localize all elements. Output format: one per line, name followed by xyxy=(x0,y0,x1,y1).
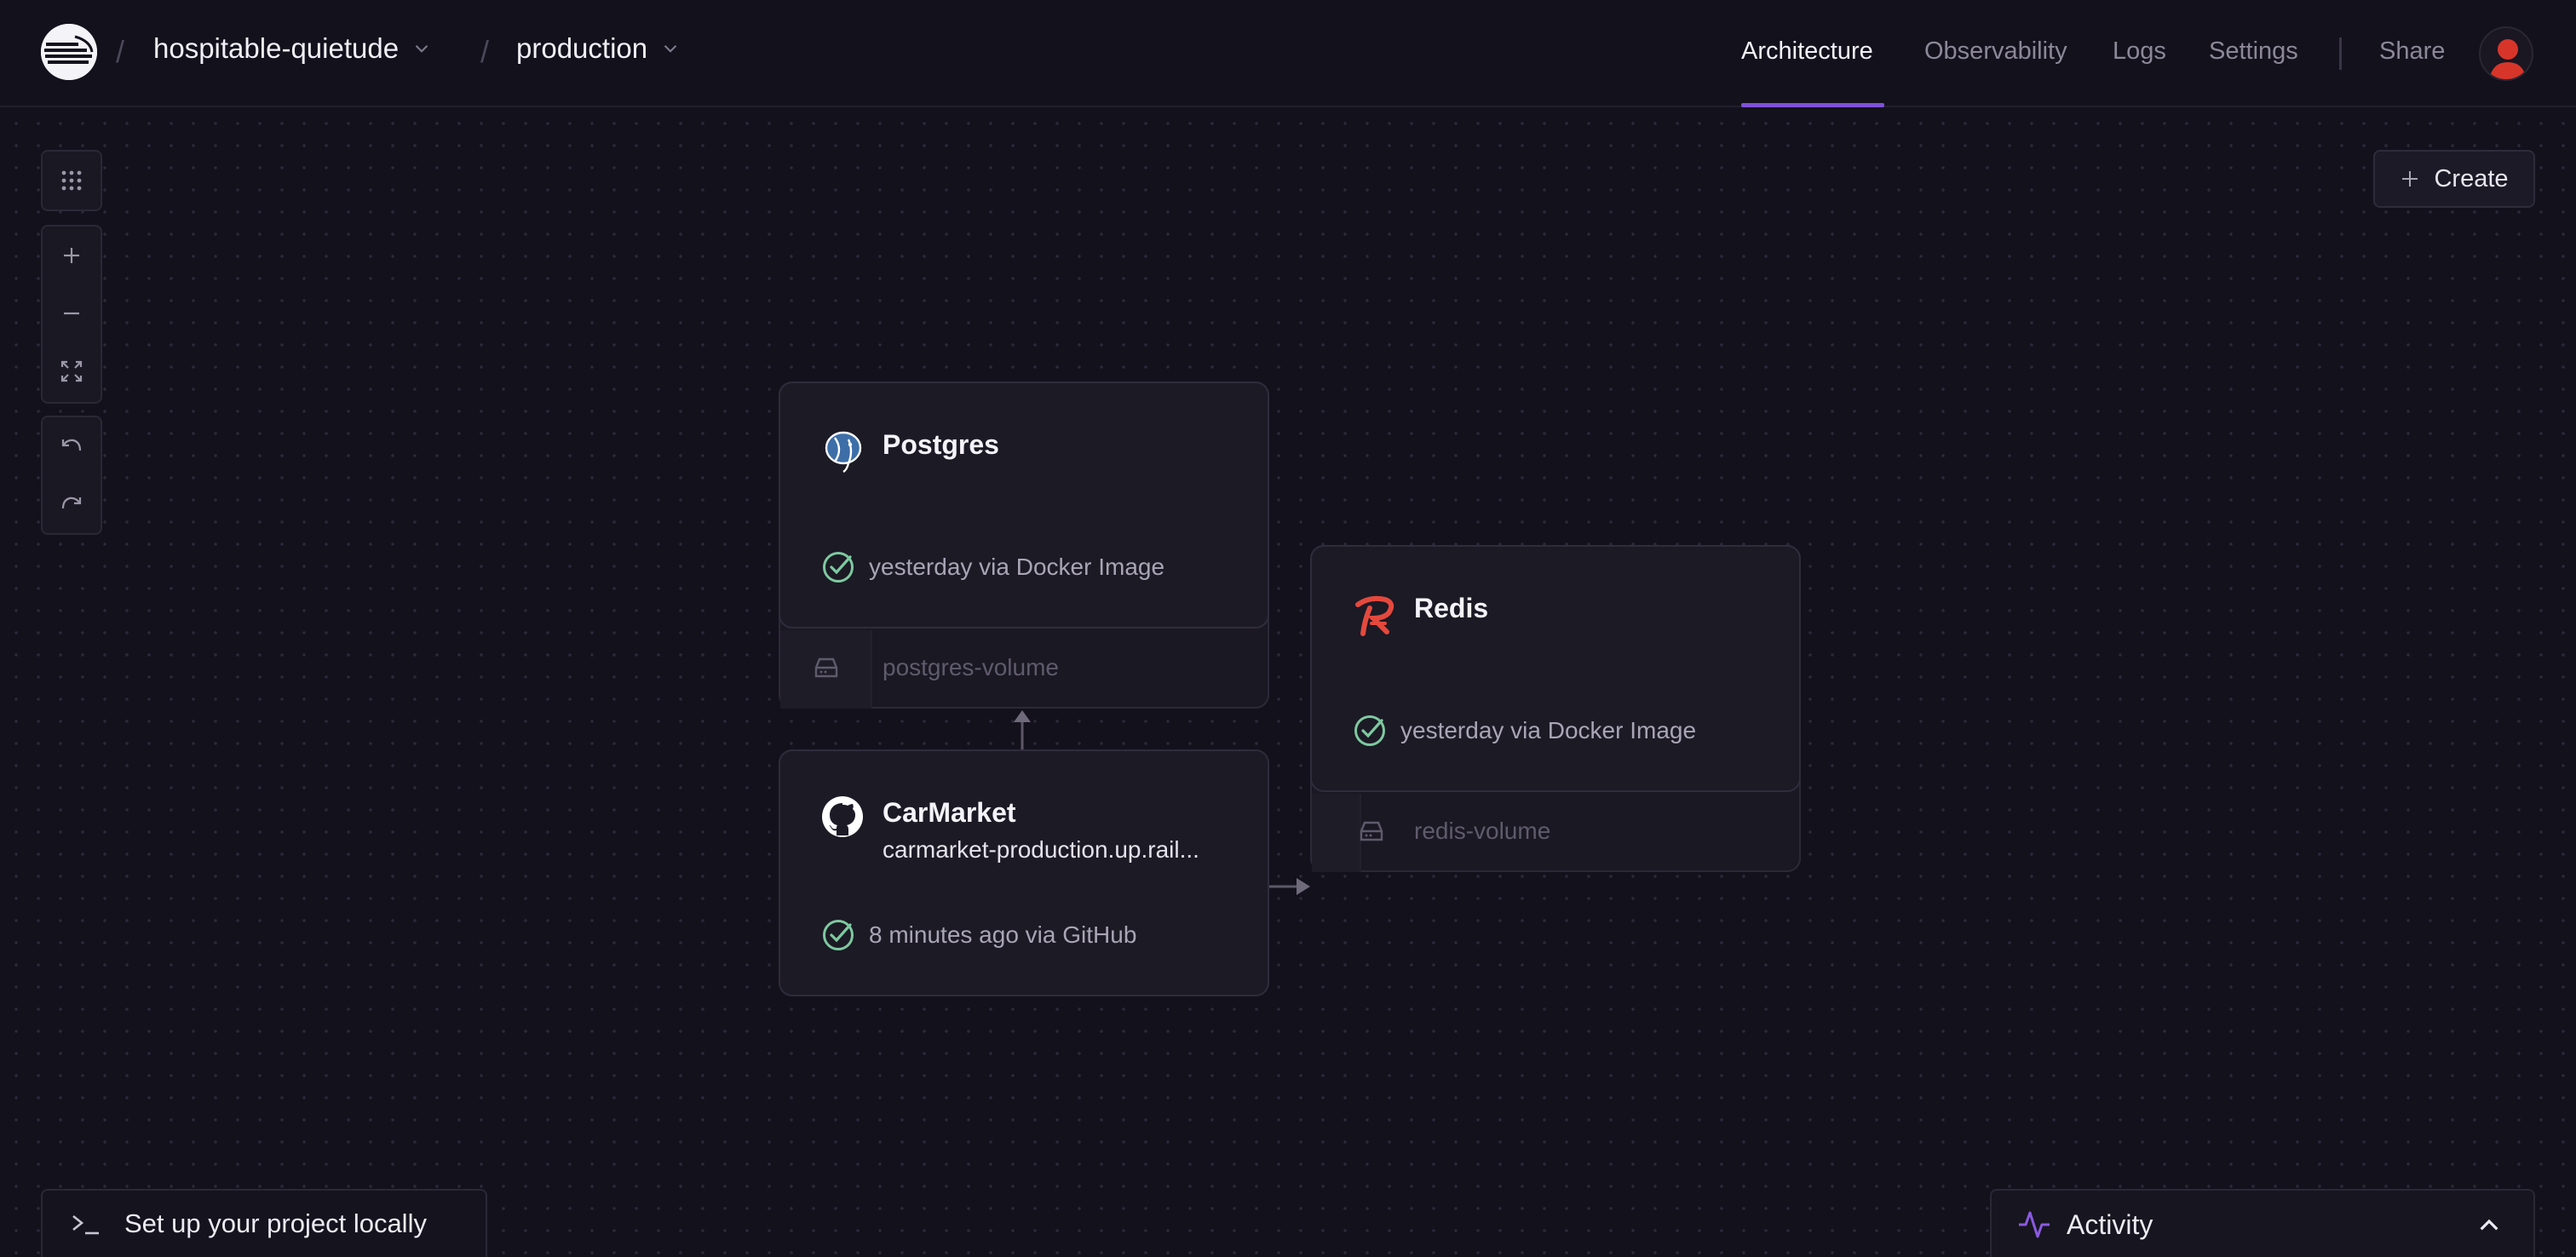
volume-icon-container xyxy=(780,630,872,709)
volume-row[interactable]: postgres-volume xyxy=(780,630,1268,709)
deployment-status: yesterday via Docker Image xyxy=(1400,717,1697,743)
redis-service-card[interactable]: Redis yesterday via Docker Image xyxy=(1310,545,1801,792)
breadcrumb-separator: / xyxy=(116,34,125,69)
deployment-status: yesterday via Docker Image xyxy=(869,554,1165,580)
undo-icon[interactable] xyxy=(43,417,101,475)
volume-row[interactable]: redis-volume xyxy=(1312,794,1799,872)
tab-logs[interactable]: Logs xyxy=(2113,37,2166,66)
hard-drive-icon xyxy=(814,657,838,678)
chevron-down-icon xyxy=(664,44,677,53)
activity-label: Activity xyxy=(2067,1209,2153,1240)
nav-divider xyxy=(2339,37,2342,70)
share-button[interactable]: Share xyxy=(2379,37,2445,66)
breadcrumb-separator: / xyxy=(480,34,490,69)
volume-name: redis-volume xyxy=(1414,818,1551,844)
postgres-service-group[interactable]: Postgres yesterday via Docker Image post… xyxy=(779,382,1269,709)
project-name: hospitable-quietude xyxy=(153,32,400,64)
check-circle-icon xyxy=(823,920,854,950)
create-button-label: Create xyxy=(2434,164,2509,192)
create-button[interactable]: Create xyxy=(2373,150,2535,208)
deployment-status: 8 minutes ago via GitHub xyxy=(869,921,1137,948)
fit-view-icon[interactable] xyxy=(43,342,101,400)
environment-name: production xyxy=(516,32,648,64)
redo-icon[interactable] xyxy=(43,475,101,533)
postgres-service-card[interactable]: Postgres yesterday via Docker Image xyxy=(779,382,1269,628)
project-selector[interactable]: hospitable-quietude xyxy=(153,32,433,65)
canvas-toolbar-layout xyxy=(41,150,102,211)
chevron-up-icon[interactable] xyxy=(2475,1211,2503,1238)
service-name: CarMarket xyxy=(883,797,1016,828)
tab-observability[interactable]: Observability xyxy=(1924,37,2067,66)
canvas-toolbar-history xyxy=(41,416,102,535)
chevron-down-icon xyxy=(415,44,428,53)
check-circle-icon xyxy=(823,552,854,583)
environment-selector[interactable]: production xyxy=(516,32,681,65)
top-navigation: / hospitable-quietude / production Archi… xyxy=(0,0,2576,107)
hard-drive-icon xyxy=(1360,821,1383,841)
service-name: Postgres xyxy=(883,429,999,460)
zoom-in-icon[interactable] xyxy=(43,227,101,284)
terminal-icon xyxy=(72,1214,99,1235)
activity-panel-toggle[interactable]: Activity xyxy=(1990,1189,2535,1257)
activity-icon xyxy=(2019,1211,2050,1238)
redis-service-group[interactable]: Redis yesterday via Docker Image redis-v… xyxy=(1310,545,1801,872)
avatar[interactable] xyxy=(2479,26,2533,81)
tab-settings[interactable]: Settings xyxy=(2209,37,2298,66)
zoom-out-icon[interactable] xyxy=(43,284,101,342)
canvas-toolbar-zoom xyxy=(41,225,102,404)
setup-locally-label: Set up your project locally xyxy=(124,1208,427,1238)
service-domain-link[interactable]: carmarket-production.up.rail... xyxy=(883,836,1199,864)
setup-locally-button[interactable]: Set up your project locally xyxy=(41,1189,487,1257)
connector-carmarket-redis xyxy=(1269,878,1310,895)
redis-icon xyxy=(1355,595,1394,636)
github-icon xyxy=(822,796,863,837)
postgres-icon xyxy=(825,431,862,474)
check-circle-icon xyxy=(1354,715,1385,746)
railway-logo-icon[interactable] xyxy=(41,24,97,80)
grid-icon[interactable] xyxy=(43,152,101,210)
carmarket-service-card[interactable]: CarMarket carmarket-production.up.rail..… xyxy=(779,749,1269,996)
plus-icon xyxy=(2402,171,2418,187)
service-name: Redis xyxy=(1414,593,1489,623)
architecture-canvas[interactable]: Create Postgres yesterday via Docker Ima… xyxy=(0,107,2576,1257)
volume-name: postgres-volume xyxy=(883,654,1059,680)
tab-architecture[interactable]: Architecture xyxy=(1741,37,1873,66)
volume-icon-container xyxy=(1312,794,1383,872)
